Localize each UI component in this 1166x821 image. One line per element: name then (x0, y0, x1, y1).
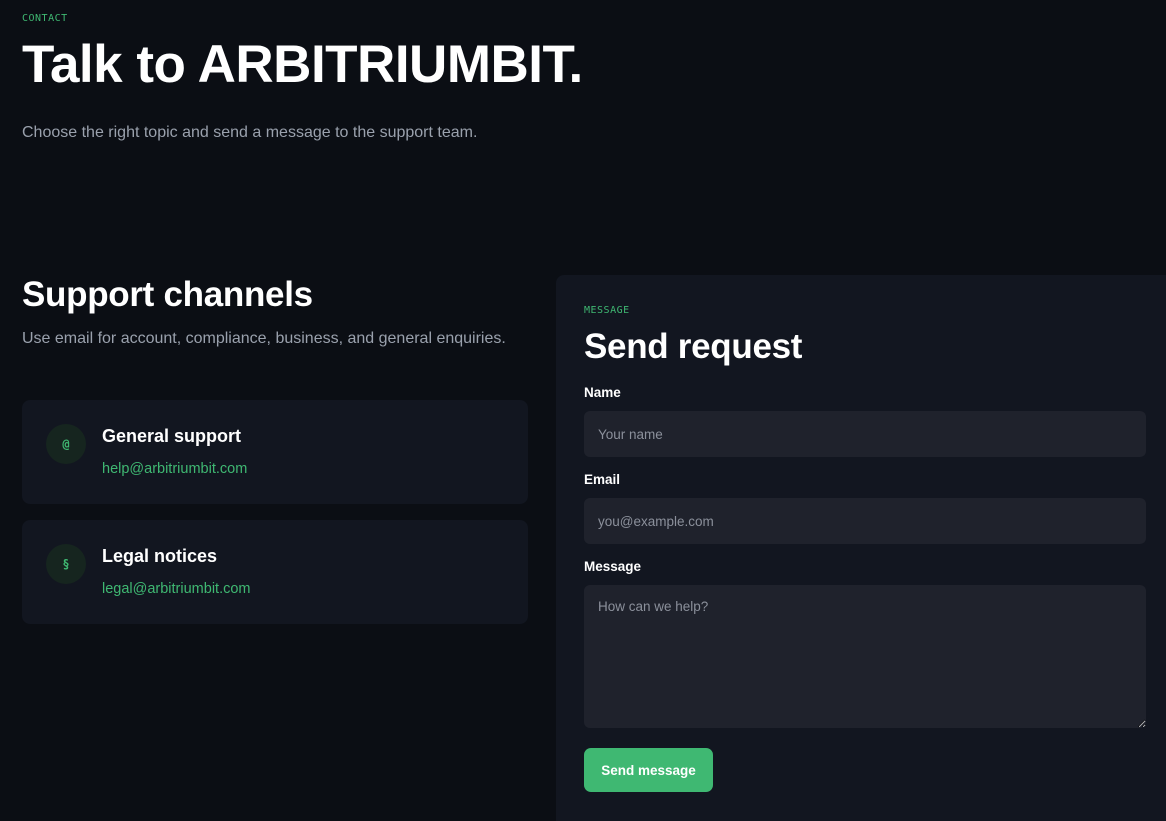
support-channels-title: Support channels (22, 275, 313, 314)
page-subtitle: Choose the right topic and send a messag… (22, 124, 478, 141)
section-sign-icon: § (46, 544, 86, 584)
channel-email-link[interactable]: legal@arbitriumbit.com (102, 581, 251, 597)
channel-card-legal-notices: § Legal notices legal@arbitriumbit.com (22, 520, 528, 624)
channel-name: General support (102, 426, 242, 446)
email-input[interactable] (584, 498, 1146, 544)
support-channels-section: Support channels Use email for account, … (22, 275, 528, 624)
send-request-form: MESSAGE Send request Name Email Message … (556, 275, 1166, 821)
channel-email-link[interactable]: help@arbitriumbit.com (102, 461, 247, 477)
hero-section: CONTACT Talk to ARBITRIUMBIT. Choose the… (22, 13, 583, 142)
page-title: Talk to ARBITRIUMBIT. (22, 35, 583, 94)
send-message-button[interactable]: Send message (584, 748, 713, 792)
support-channels-subtitle: Use email for account, compliance, busin… (22, 330, 506, 347)
contact-page: CONTACT Talk to ARBITRIUMBIT. Choose the… (0, 0, 1166, 821)
hero-eyebrow: CONTACT (22, 13, 68, 24)
channel-name: Legal notices (102, 546, 218, 566)
email-label: Email (584, 472, 621, 487)
message-label: Message (584, 559, 642, 574)
message-textarea[interactable] (584, 585, 1146, 728)
form-eyebrow: MESSAGE (584, 305, 630, 316)
at-sign-icon: @ (46, 424, 86, 464)
name-label: Name (584, 385, 621, 400)
channel-card-general-support: @ General support help@arbitriumbit.com (22, 400, 528, 504)
name-input[interactable] (584, 411, 1146, 457)
form-title: Send request (584, 327, 803, 366)
